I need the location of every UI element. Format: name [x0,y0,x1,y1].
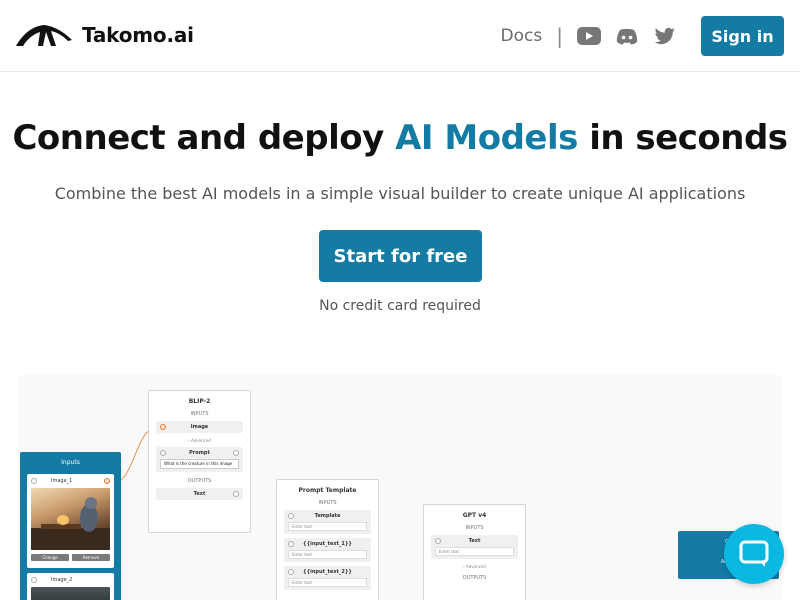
input-text-1-field[interactable]: {{input_text_1}} Enter text [284,538,371,562]
blip-2-inputs-label: INPUTS [190,411,209,417]
no-credit-card-note: No credit card required [319,298,481,314]
input-port-icon [31,577,37,583]
image-1-thumbnail [31,488,110,550]
prompt-template-node[interactable]: Prompt Template INPUTS Template Enter tex… [276,479,379,600]
input-port-icon[interactable] [160,450,166,456]
brand-logo[interactable]: Takomo.ai [16,22,194,48]
hero-title-accent: AI Models [395,118,578,158]
inputs-node[interactable]: Inputs Image_1 Change Remove Image_2 [20,452,121,600]
image-2-thumbnail [31,587,110,600]
chat-widget-button[interactable] [724,524,784,584]
blip-2-image-field[interactable]: Image [156,421,243,433]
image-1-label: Image_1 [27,474,114,484]
blip-2-title: BLIP-2 [188,398,211,405]
gpt-v4-inputs-label: INPUTS [465,525,484,531]
blip-2-advanced-toggle[interactable]: › Advanced [149,438,250,443]
gpt-v4-advanced-toggle[interactable]: › Advanced [424,564,525,569]
output-port-icon[interactable] [104,478,110,484]
chat-bubble-icon [739,540,769,567]
gpt-v4-node[interactable]: GPT v4 INPUTS Text Enter text › Advanced … [423,504,526,600]
top-nav: Docs | Sign in [501,16,784,56]
image-1-card[interactable]: Image_1 Change Remove [27,474,114,568]
inputs-node-title: Inputs [61,459,80,466]
twitter-icon[interactable] [653,24,677,48]
docs-link[interactable]: Docs [501,26,543,46]
input-text-2-field[interactable]: {{input_text_2}} Enter text [284,566,371,590]
blip-2-prompt-field[interactable]: Prompt What is the creature in this image [156,447,243,472]
input-port-icon[interactable] [288,541,294,547]
gpt-v4-title: GPT v4 [462,512,487,519]
brand-name: Takomo.ai [82,23,194,47]
hero-title-prefix: Connect and deploy [12,118,396,158]
input-text-2-input[interactable]: Enter text [288,578,367,587]
prompt-template-inputs-label: INPUTS [318,500,337,506]
gpt-v4-text-input[interactable]: Enter text [435,547,514,556]
nav-separator: | [556,24,563,48]
gpt-v4-outputs-label: OUTPUTS [462,575,487,581]
image-2-card[interactable]: Image_2 [27,573,114,600]
template-input[interactable]: Enter text [288,522,367,531]
hero-subtitle: Combine the best AI models in a simple v… [54,184,746,203]
input-port-icon[interactable] [288,569,294,575]
input-port-icon[interactable] [288,513,294,519]
input-port-icon [31,478,37,484]
blip-2-text-output[interactable]: Text [156,488,243,500]
youtube-icon[interactable] [577,24,601,48]
input-port-icon[interactable] [435,538,441,544]
sign-in-button[interactable]: Sign in [701,16,784,56]
prompt-port-icon[interactable] [233,450,239,456]
remove-button[interactable]: Remove [72,554,110,561]
connection-wires [120,429,151,481]
change-button[interactable]: Change [31,554,69,561]
template-field[interactable]: Template Enter text [284,510,371,534]
blip-2-outputs-label: OUTPUTS [187,478,212,484]
hero-title-suffix: in seconds [577,118,788,158]
image-1-actions: Change Remove [31,554,110,561]
start-for-free-button[interactable]: Start for free [319,230,482,282]
image-2-label: Image_2 [27,573,114,583]
blip-2-prompt-value[interactable]: What is the creature in this image [160,459,239,469]
input-port-icon[interactable] [160,424,166,430]
discord-icon[interactable] [615,24,639,48]
gpt-v4-text-field[interactable]: Text Enter text [431,535,518,559]
blip-2-node[interactable]: BLIP-2 INPUTS Image › Advanced Prompt Wha… [148,390,251,533]
output-port-icon[interactable] [233,491,239,497]
input-text-1-input[interactable]: Enter text [288,550,367,559]
takomo-logo-icon [16,25,72,46]
site-header: Takomo.ai Docs | Sign in [0,0,800,72]
builder-preview: Inputs Image_1 Change Remove Image_2 BLI… [18,375,782,600]
hero-title: Connect and deploy AI Models in seconds [0,118,800,158]
prompt-template-title: Prompt Template [298,487,357,494]
